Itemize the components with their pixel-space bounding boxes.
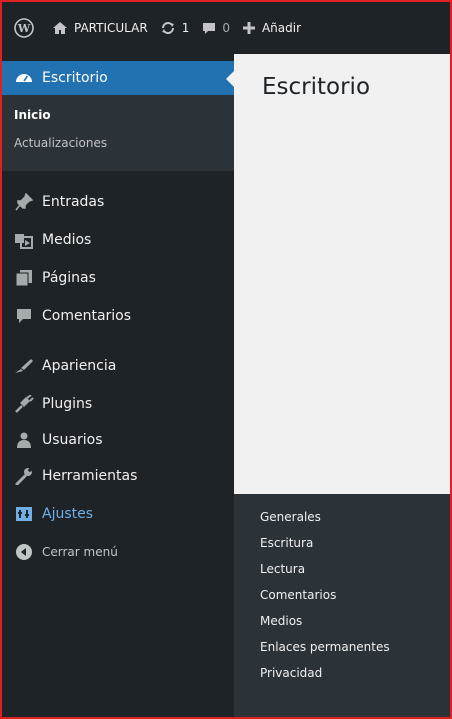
plus-icon xyxy=(242,22,255,34)
flyout-lectura[interactable]: Lectura xyxy=(234,556,450,582)
comments-count: 0 xyxy=(222,21,230,35)
flyout-comentarios[interactable]: Comentarios xyxy=(234,582,450,608)
menu-comentarios-label: Comentarios xyxy=(42,308,132,324)
screenshot-frame: W PARTICULAR 1 0 Añadir Escritorio Inici… xyxy=(0,0,452,719)
comment-icon xyxy=(14,306,34,326)
menu-entradas-label: Entradas xyxy=(42,194,105,210)
updates-icon xyxy=(161,22,174,34)
menu-ajustes-label: Ajustes xyxy=(42,506,94,522)
settings-icon xyxy=(14,504,34,524)
menu-comentarios[interactable]: Comentarios xyxy=(2,299,234,333)
new-content-label: Añadir xyxy=(261,21,302,35)
menu-usuarios-label: Usuarios xyxy=(42,432,103,448)
flyout-privacidad[interactable]: Privacidad xyxy=(234,660,450,686)
collapse-icon xyxy=(14,542,34,562)
comment-icon xyxy=(203,23,216,34)
menu-plugins[interactable]: Plugins xyxy=(2,387,234,421)
page-title: Escritorio xyxy=(262,74,371,100)
dashboard-icon xyxy=(14,68,34,88)
wrench-icon xyxy=(14,466,34,486)
dashboard-submenu: Inicio Actualizaciones xyxy=(2,95,234,171)
admin-bar: W PARTICULAR 1 0 Añadir xyxy=(2,2,450,54)
menu-plugins-label: Plugins xyxy=(42,396,93,412)
menu-medios[interactable]: Medios xyxy=(2,223,234,257)
menu-paginas[interactable]: Páginas xyxy=(2,261,234,295)
updates-button[interactable]: 1 xyxy=(154,2,196,54)
flyout-enlaces-permanentes[interactable]: Enlaces permanentes xyxy=(234,634,450,660)
wordpress-logo-button[interactable]: W xyxy=(2,2,46,54)
menu-herramientas-label: Herramientas xyxy=(42,468,138,484)
collapse-menu-button[interactable]: Cerrar menú xyxy=(2,535,234,569)
flyout-medios[interactable]: Medios xyxy=(234,608,450,634)
home-icon xyxy=(53,22,67,34)
submenu-actualizaciones[interactable]: Actualizaciones xyxy=(2,129,234,157)
wordpress-logo-icon: W xyxy=(14,18,34,38)
menu-ajustes[interactable]: Ajustes xyxy=(2,497,234,531)
pin-icon xyxy=(14,192,34,212)
media-icon xyxy=(14,230,34,250)
plugin-icon xyxy=(14,394,34,414)
flyout-arrow xyxy=(234,498,242,514)
admin-sidebar: Escritorio Inicio Actualizaciones Entrad… xyxy=(2,54,235,717)
menu-paginas-label: Páginas xyxy=(42,270,96,286)
brush-icon xyxy=(14,356,34,376)
menu-medios-label: Medios xyxy=(42,232,92,248)
flyout-escritura[interactable]: Escritura xyxy=(234,530,450,556)
menu-escritorio-label: Escritorio xyxy=(42,70,108,86)
svg-text:W: W xyxy=(17,22,31,35)
menu-apariencia[interactable]: Apariencia xyxy=(2,349,234,383)
collapse-menu-label: Cerrar menú xyxy=(42,545,118,559)
new-content-button[interactable]: Añadir xyxy=(236,2,307,54)
site-name-button[interactable]: PARTICULAR xyxy=(46,2,154,54)
menu-usuarios[interactable]: Usuarios xyxy=(2,423,234,457)
users-icon xyxy=(14,430,34,450)
menu-apariencia-label: Apariencia xyxy=(42,358,117,374)
pages-icon xyxy=(14,268,34,288)
site-name: PARTICULAR xyxy=(74,21,148,35)
submenu-inicio[interactable]: Inicio xyxy=(2,101,234,129)
comments-button[interactable]: 0 xyxy=(195,2,236,54)
menu-herramientas[interactable]: Herramientas xyxy=(2,459,234,493)
menu-escritorio[interactable]: Escritorio xyxy=(2,61,235,95)
ajustes-flyout-menu: Generales Escritura Lectura Comentarios … xyxy=(234,494,450,717)
updates-count: 1 xyxy=(181,21,190,35)
menu-entradas[interactable]: Entradas xyxy=(2,185,234,219)
flyout-generales[interactable]: Generales xyxy=(234,504,450,530)
